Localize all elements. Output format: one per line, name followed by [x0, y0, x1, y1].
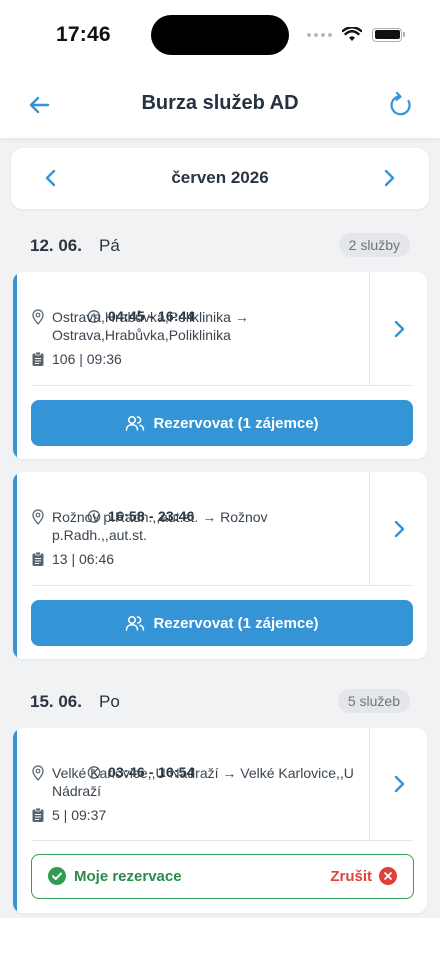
day-weekday: Pá [99, 236, 120, 255]
shift-info: 04:45 - 16:44 Ostrava,Hrabůvka,Poliklini… [31, 284, 369, 374]
signal-dots-icon [307, 32, 332, 37]
shift-card[interactable]: 03:46 - 16:54 Velké Karlovice,,U Nádraží… [13, 728, 427, 913]
status-bar: 17:46 [0, 0, 440, 72]
shift-card[interactable]: 04:45 - 16:44 Ostrava,Hrabůvka,Poliklini… [13, 272, 427, 459]
my-reservation-label: Moje rezervace [74, 868, 182, 885]
location-pin-icon [32, 509, 44, 525]
day-header: 15. 06. Po 5 služeb [0, 688, 440, 718]
users-icon [126, 615, 145, 631]
cancel-label: Zrušit [330, 867, 372, 885]
shift-route-line1: Ostrava,Hrabůvka,Poliklinika → [52, 309, 249, 325]
reserve-button-label: Rezervovat (1 zájemce) [153, 614, 319, 632]
day-weekday: Po [99, 692, 120, 711]
card-divider [369, 472, 370, 585]
card-divider [31, 840, 413, 841]
card-divider [369, 272, 370, 385]
shift-count-badge: 2 služby [338, 233, 410, 257]
shift-route: Ostrava,Hrabůvka,Poliklinika → Ostrava,Hr… [52, 308, 249, 344]
shift-route-row: Rožnov p.Radh.,,aut.st. → Rožnov p.Radh.,… [31, 508, 369, 544]
shift-route-line2: Nádraží [52, 783, 102, 799]
battery-icon [372, 27, 405, 42]
wifi-icon [342, 27, 362, 41]
reserve-button[interactable]: Rezervovat (1 zájemce) [31, 400, 413, 446]
bottom-area [0, 918, 440, 957]
shift-detail: 5 | 09:37 [52, 807, 107, 823]
shift-route-row: Ostrava,Hrabůvka,Poliklinika → Ostrava,Hr… [31, 308, 369, 344]
users-icon [126, 415, 145, 431]
shift-route-line2: p.Radh.,,aut.st. [52, 527, 147, 543]
shift-route: Rožnov p.Radh.,,aut.st. → Rožnov p.Radh.,… [52, 508, 268, 544]
status-icons [307, 27, 405, 42]
shift-route: Velké Karlovice,,U Nádraží → Velké Karlo… [52, 764, 354, 800]
month-selector: červen 2026 [11, 148, 429, 209]
my-reservation-bar: Moje rezervace Zrušit [31, 854, 414, 899]
reserve-button[interactable]: Rezervovat (1 zájemce) [31, 600, 413, 646]
chevron-right-icon[interactable] [387, 517, 411, 541]
chevron-right-icon[interactable] [377, 166, 401, 190]
dynamic-island [151, 15, 289, 55]
status-time: 17:46 [56, 23, 111, 46]
refresh-icon[interactable] [386, 90, 416, 120]
shift-info: 16:58 - 23:46 Rožnov p.Radh.,,aut.st. → … [31, 484, 369, 574]
month-label: červen 2026 [171, 168, 269, 187]
chevron-right-icon[interactable] [387, 317, 411, 341]
location-pin-icon [32, 309, 44, 325]
shift-route-line1: Velké Karlovice,,U Nádraží → Velké Karlo… [52, 765, 354, 781]
shift-detail-row: 106 | 09:36 [31, 350, 369, 368]
shift-detail: 13 | 06:46 [52, 551, 115, 567]
card-divider [31, 585, 413, 586]
shift-detail-row: 13 | 06:46 [31, 550, 369, 568]
cancel-reservation-button[interactable]: Zrušit [330, 867, 397, 885]
chevron-right-icon[interactable] [387, 772, 411, 796]
clipboard-icon [32, 551, 44, 566]
check-circle-icon [48, 867, 66, 885]
location-pin-icon [32, 765, 44, 781]
clipboard-icon [32, 351, 44, 366]
shift-route-line2: Ostrava,Hrabůvka,Poliklinika [52, 327, 231, 343]
day-date: 12. 06. [30, 236, 82, 255]
card-divider [31, 385, 413, 386]
shift-route-row: Velké Karlovice,,U Nádraží → Velké Karlo… [31, 764, 369, 800]
day-header: 12. 06. Pá 2 služby [0, 232, 440, 262]
shift-route-line1: Rožnov p.Radh.,,aut.st. → Rožnov [52, 509, 268, 525]
day-date: 15. 06. [30, 692, 82, 711]
shift-info: 03:46 - 16:54 Velké Karlovice,,U Nádraží… [31, 740, 369, 830]
close-circle-icon [379, 867, 397, 885]
shift-detail: 106 | 09:36 [52, 351, 122, 367]
reserve-button-label: Rezervovat (1 zájemce) [153, 414, 319, 432]
page-title: Burza služeb AD [141, 92, 299, 114]
shift-card[interactable]: 16:58 - 23:46 Rožnov p.Radh.,,aut.st. → … [13, 472, 427, 659]
shift-detail-row: 5 | 09:37 [31, 806, 369, 824]
app-header: Burza služeb AD [0, 72, 440, 138]
clipboard-icon [32, 807, 44, 822]
card-divider [369, 728, 370, 840]
shift-count-badge: 5 služeb [337, 689, 410, 713]
